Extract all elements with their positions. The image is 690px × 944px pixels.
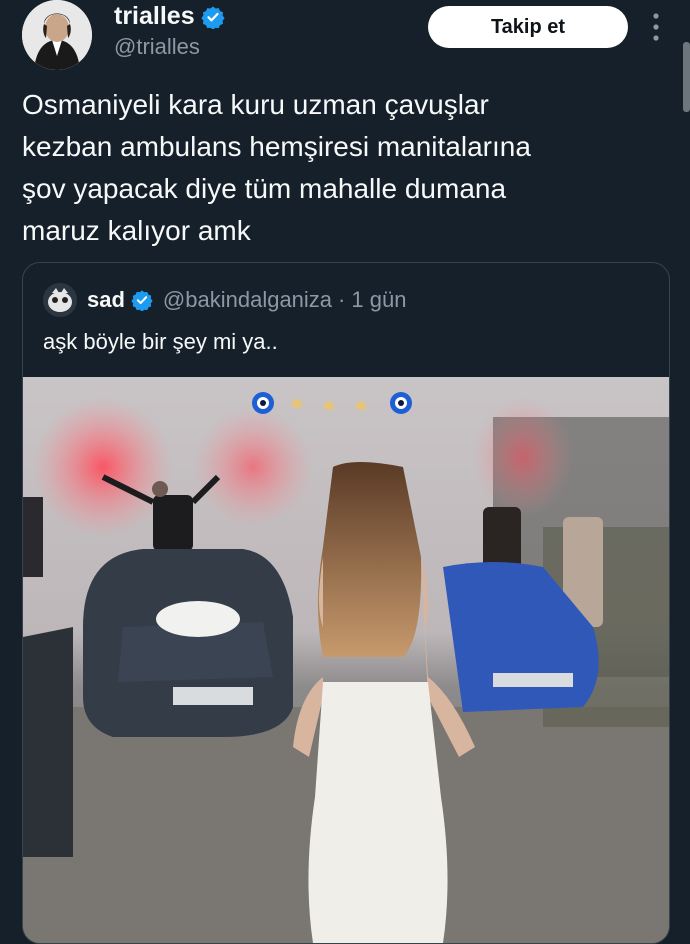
- quoted-display-name[interactable]: sad: [87, 287, 125, 313]
- tweet-header: trialles @trialles Takip et: [0, 0, 690, 80]
- verified-badge-icon: [201, 6, 225, 29]
- scrollbar-thumb[interactable]: [683, 42, 690, 112]
- verified-badge-icon: [131, 290, 153, 311]
- author-display-name[interactable]: trialles: [114, 2, 195, 31]
- tweet-text-line: şov yapacak diye tüm mahalle dumana: [22, 173, 507, 204]
- tweet-text: Osmaniyeli kara kuru uzman çavuşlar kezb…: [22, 84, 662, 252]
- author-handle[interactable]: @trialles: [114, 34, 200, 60]
- author-avatar[interactable]: [22, 0, 92, 70]
- quoted-media-image[interactable]: [23, 377, 669, 943]
- tweet-text-line: maruz kalıyor amk: [22, 215, 251, 246]
- tweet-text-line: Osmaniyeli kara kuru uzman çavuşlar: [22, 89, 489, 120]
- quoted-tweet-header: sad @bakindalganiza · 1 gün: [43, 283, 406, 317]
- quoted-handle[interactable]: @bakindalganiza: [163, 287, 332, 313]
- quoted-tweet-text: aşk böyle bir şey mi ya..: [43, 329, 278, 354]
- tweet-text-line: kezban ambulans hemşiresi manitalarına: [22, 131, 531, 162]
- more-vertical-icon[interactable]: [646, 10, 666, 44]
- author-name-row: trialles: [114, 2, 225, 31]
- quoted-author-avatar[interactable]: [43, 283, 77, 317]
- follow-button[interactable]: Takip et: [428, 6, 628, 48]
- quoted-separator: ·: [338, 287, 346, 312]
- quoted-timestamp[interactable]: 1 gün: [351, 287, 406, 313]
- quoted-tweet[interactable]: sad @bakindalganiza · 1 gün aşk böyle bi…: [22, 262, 670, 944]
